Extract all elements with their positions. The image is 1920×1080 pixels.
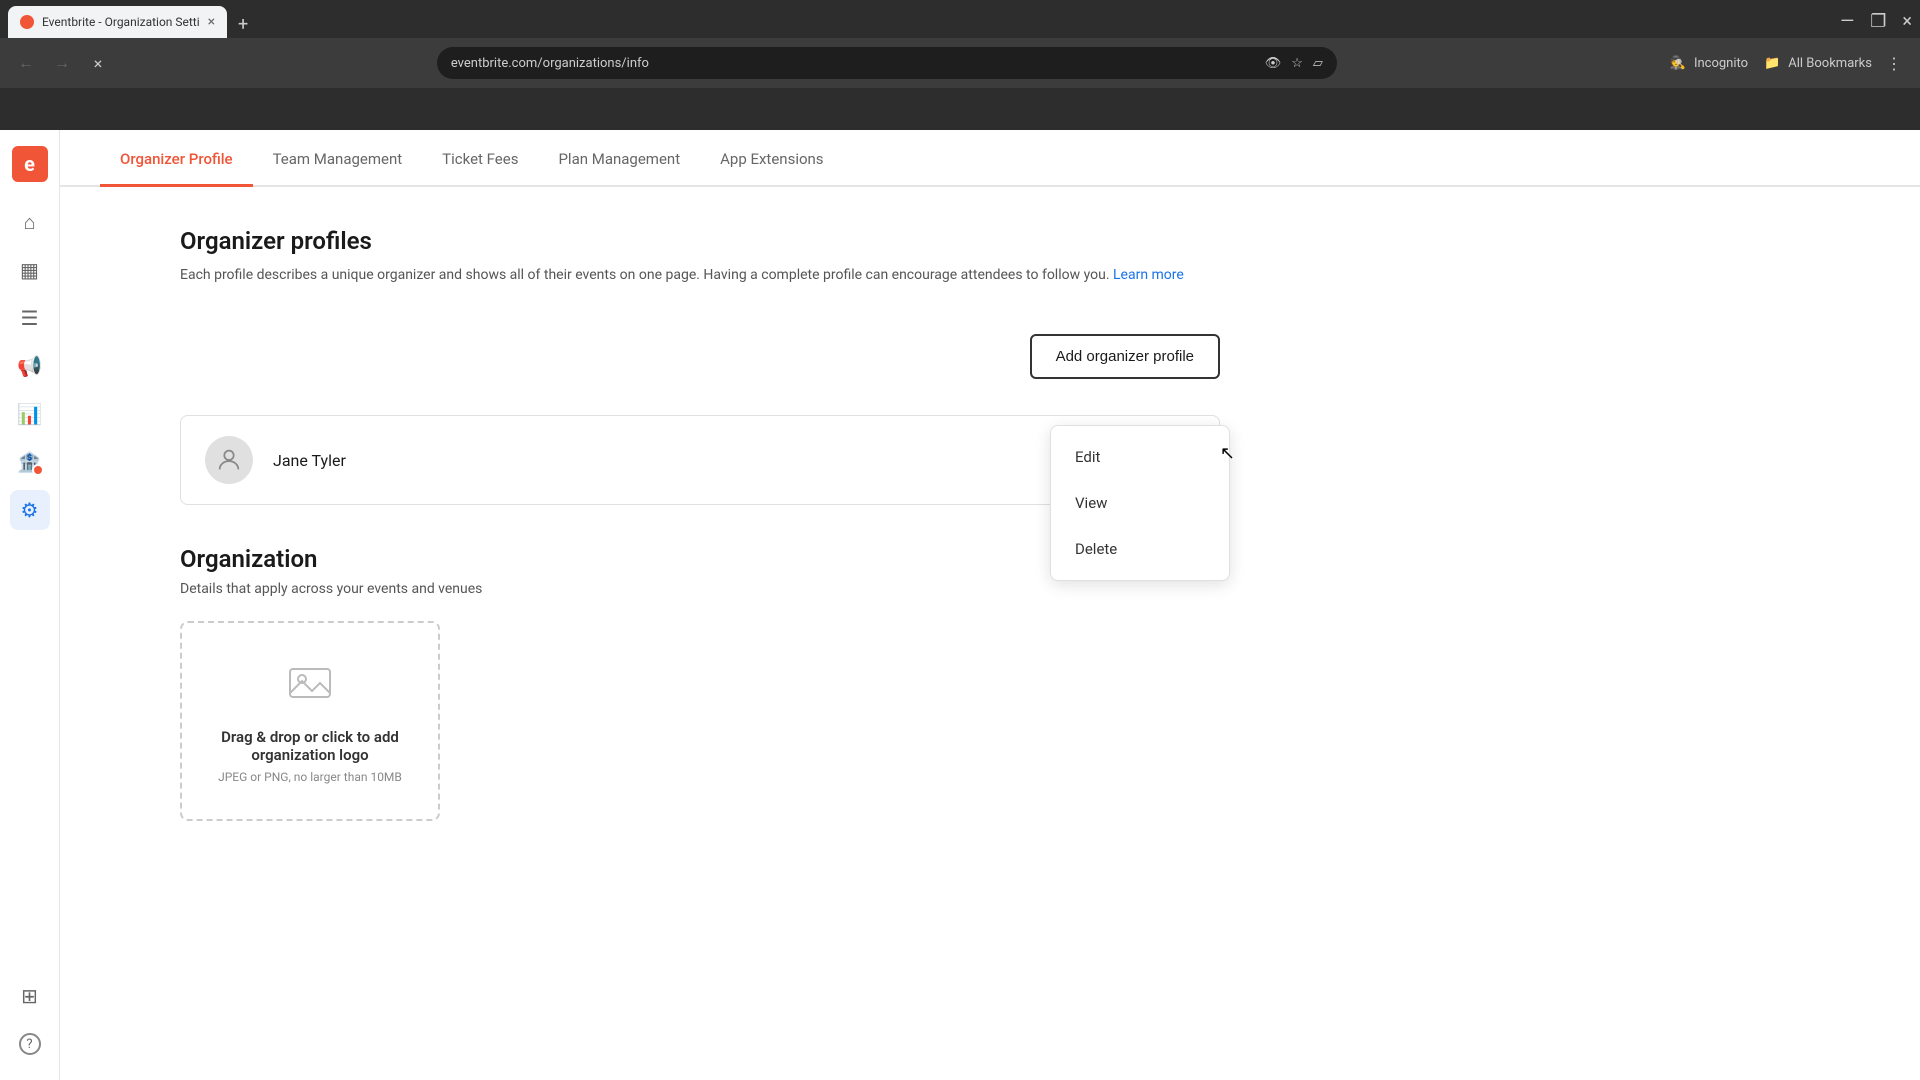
logo-upload-title: Drag & drop or click to add organization… (202, 728, 418, 764)
orders-icon: ☰ (21, 306, 39, 330)
sidebar-item-marketing[interactable]: 📢 (10, 346, 50, 386)
organization-section: Organization Details that apply across y… (180, 545, 1880, 821)
sidebar-item-help[interactable]: ? (10, 1024, 50, 1064)
organizer-profiles-header: Organizer profiles Each profile describe… (180, 227, 1880, 314)
context-menu-delete[interactable]: Delete (1051, 526, 1229, 572)
maximize-button[interactable]: ❐ (1870, 11, 1886, 32)
browser-tab[interactable]: Eventbrite - Organization Setti × (8, 6, 227, 38)
chart-icon: 📊 (17, 402, 42, 426)
add-organizer-profile-button[interactable]: Add organizer profile (1030, 334, 1220, 379)
home-icon: ⌂ (23, 210, 35, 235)
sidebar-item-home[interactable]: ⌂ (10, 202, 50, 242)
settings-icon: ⚙ (21, 498, 39, 522)
organization-title: Organization (180, 545, 1880, 573)
organizer-profiles-title: Organizer profiles (180, 227, 1880, 255)
nav-tabs: Organizer Profile Team Management Ticket… (60, 130, 1920, 187)
tab-app-extensions[interactable]: App Extensions (700, 130, 843, 187)
sidebar: e ⌂ ▦ ☰ 📢 📊 🏦 ⚙ ⊞ ? (0, 130, 60, 1080)
tab-organizer-profile[interactable]: Organizer Profile (100, 130, 253, 187)
tab-ticket-fees[interactable]: Ticket Fees (422, 130, 538, 187)
tab-favicon (20, 15, 34, 29)
app-logo[interactable]: e (12, 146, 48, 182)
star-icon[interactable]: ☆ (1291, 56, 1303, 71)
split-view-icon[interactable]: ▱ (1313, 56, 1323, 71)
forward-button[interactable]: → (48, 49, 76, 77)
sidebar-item-orders[interactable]: ☰ (10, 298, 50, 338)
tab-team-management[interactable]: Team Management (253, 130, 423, 187)
context-menu-view[interactable]: View (1051, 480, 1229, 526)
profile-name: Jane Tyler (273, 451, 346, 470)
sidebar-item-apps[interactable]: ⊞ (10, 976, 50, 1016)
sidebar-item-analytics[interactable]: 📊 (10, 394, 50, 434)
page-content: Organizer profiles Each profile describe… (60, 187, 1920, 861)
eye-off-icon: 👁 (1265, 56, 1282, 71)
sidebar-item-settings[interactable]: ⚙ (10, 490, 50, 530)
new-tab-button[interactable]: + (229, 10, 257, 38)
bookmarks-button[interactable]: 📁 All Bookmarks (1764, 56, 1872, 71)
close-button[interactable]: × (1902, 11, 1912, 32)
context-menu-edit[interactable]: Edit (1051, 434, 1229, 480)
context-menu: Edit View Delete (1050, 425, 1230, 581)
reload-button[interactable]: × (84, 49, 112, 77)
image-upload-icon (286, 659, 334, 716)
finance-icon: 🏦 (17, 450, 42, 474)
tab-close-button[interactable]: × (208, 14, 215, 30)
tab-plan-management[interactable]: Plan Management (538, 130, 700, 187)
megaphone-icon: 📢 (17, 354, 42, 378)
organization-desc: Details that apply across your events an… (180, 581, 1880, 597)
organizer-profiles-desc: Each profile describes a unique organize… (180, 265, 1880, 286)
logo-upload-area[interactable]: Drag & drop or click to add organization… (180, 621, 440, 821)
help-icon: ? (19, 1033, 41, 1055)
calendar-icon: ▦ (20, 258, 39, 282)
incognito-indicator: 🕵 Incognito (1670, 56, 1748, 71)
main-content: Organizer Profile Team Management Ticket… (60, 130, 1920, 1080)
tab-title: Eventbrite - Organization Setti (42, 15, 200, 29)
browser-menu-button[interactable]: ⋮ (1880, 49, 1908, 77)
minimize-button[interactable]: — (1840, 11, 1854, 32)
sidebar-item-finance[interactable]: 🏦 (10, 442, 50, 482)
logo-upload-hint: JPEG or PNG, no larger than 10MB (218, 770, 402, 784)
url-text: eventbrite.com/organizations/info (451, 56, 649, 71)
back-button[interactable]: ← (12, 49, 40, 77)
profile-avatar (205, 436, 253, 484)
address-bar[interactable]: eventbrite.com/organizations/info 👁 ☆ ▱ (437, 47, 1337, 79)
sidebar-item-calendar[interactable]: ▦ (10, 250, 50, 290)
learn-more-link[interactable]: Learn more (1113, 267, 1184, 283)
apps-icon: ⊞ (21, 984, 38, 1008)
